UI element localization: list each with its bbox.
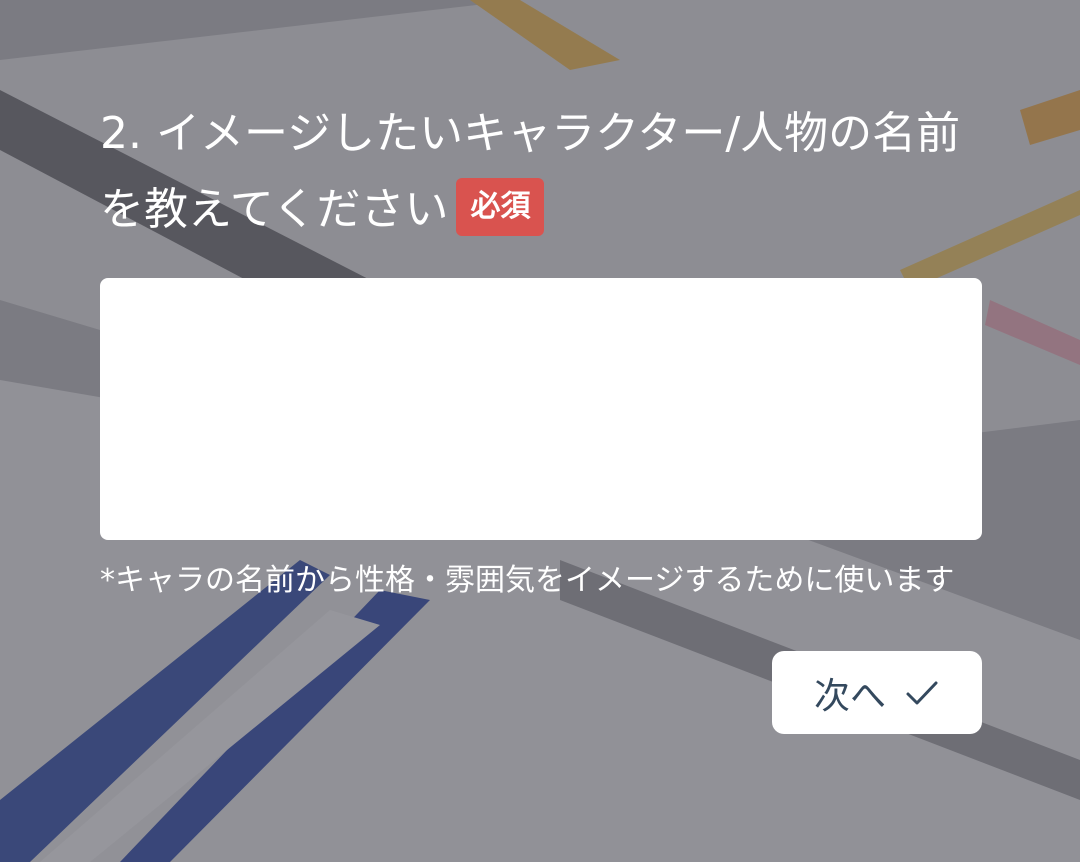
character-name-input[interactable] bbox=[100, 278, 982, 540]
next-button-label: 次へ bbox=[813, 675, 886, 717]
next-button[interactable]: 次へ bbox=[772, 651, 982, 734]
question-title: 2. イメージしたいキャラクター/人物の名前を教えてください 必須 bbox=[100, 96, 982, 248]
check-icon bbox=[906, 681, 938, 704]
required-badge: 必須 bbox=[456, 178, 545, 236]
hint-text: *キャラの名前から性格・雰囲気をイメージするために使います bbox=[100, 563, 955, 598]
question-form: 2. イメージしたいキャラクター/人物の名前を教えてください 必須 *キャラの名前… bbox=[100, 96, 982, 734]
